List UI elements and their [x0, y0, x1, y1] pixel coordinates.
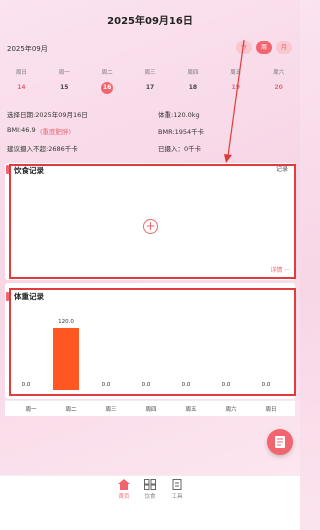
day-tue[interactable]: 周二 16 — [86, 68, 129, 94]
week-strip: 周日 14 周一 15 周二 16 周三 17 周四 18 周五 19 周六 20 — [0, 68, 300, 94]
record-fab-button[interactable] — [267, 429, 293, 455]
day-sat[interactable]: 周六 20 — [257, 68, 300, 94]
current-intake: 已摄入：0千卡 — [158, 145, 202, 153]
day-mon[interactable]: 周一 15 — [43, 68, 86, 94]
toggle-today[interactable]: 今 — [236, 41, 252, 54]
document-icon — [172, 479, 182, 490]
bmr-value: BMR:1954千卡 — [158, 128, 205, 136]
day-sun[interactable]: 周日 14 — [0, 68, 43, 94]
day-fri[interactable]: 周五 19 — [214, 68, 257, 94]
xaxis-label: 周四 — [145, 407, 157, 413]
weight-chart-xaxis: 周一 周二 周三 周四 周五 周六 周日 — [5, 400, 295, 416]
tab-tools[interactable]: 工具 — [162, 479, 192, 500]
xaxis-label: 周一 — [25, 407, 37, 413]
view-toggle: 今 周 月 — [236, 41, 292, 54]
selected-date: 选择日期:2025年09月16日 — [7, 111, 88, 119]
weight-value: 体重:120.0kg — [158, 111, 200, 119]
month-label: 2025年09月 — [7, 45, 48, 53]
toggle-month[interactable]: 月 — [276, 41, 292, 54]
xaxis-label: 周三 — [105, 407, 117, 413]
notepad-icon — [275, 436, 285, 448]
xaxis-label: 周日 — [265, 407, 277, 413]
suggest-intake: 建议摄入不超:2686千卡 — [7, 145, 78, 153]
toggle-week[interactable]: 周 — [256, 41, 272, 54]
bottom-tabbar: 首页 饮食 工具 — [0, 475, 300, 530]
highlight-box-diet — [9, 164, 296, 279]
home-icon — [118, 479, 130, 490]
page-title: 2025年09月16日 — [107, 16, 193, 27]
day-thu[interactable]: 周四 18 — [171, 68, 214, 94]
xaxis-label: 周二 — [65, 407, 77, 413]
highlight-box-weight — [9, 288, 296, 396]
xaxis-label: 周五 — [185, 407, 197, 413]
grid-icon — [144, 479, 156, 490]
xaxis-label: 周六 — [225, 407, 237, 413]
day-wed[interactable]: 周三 17 — [129, 68, 172, 94]
bmi-value: BMI:46.9 — [7, 126, 36, 134]
tab-diet[interactable]: 饮食 — [135, 479, 165, 500]
bmi-status: (重度肥胖) — [40, 128, 72, 136]
